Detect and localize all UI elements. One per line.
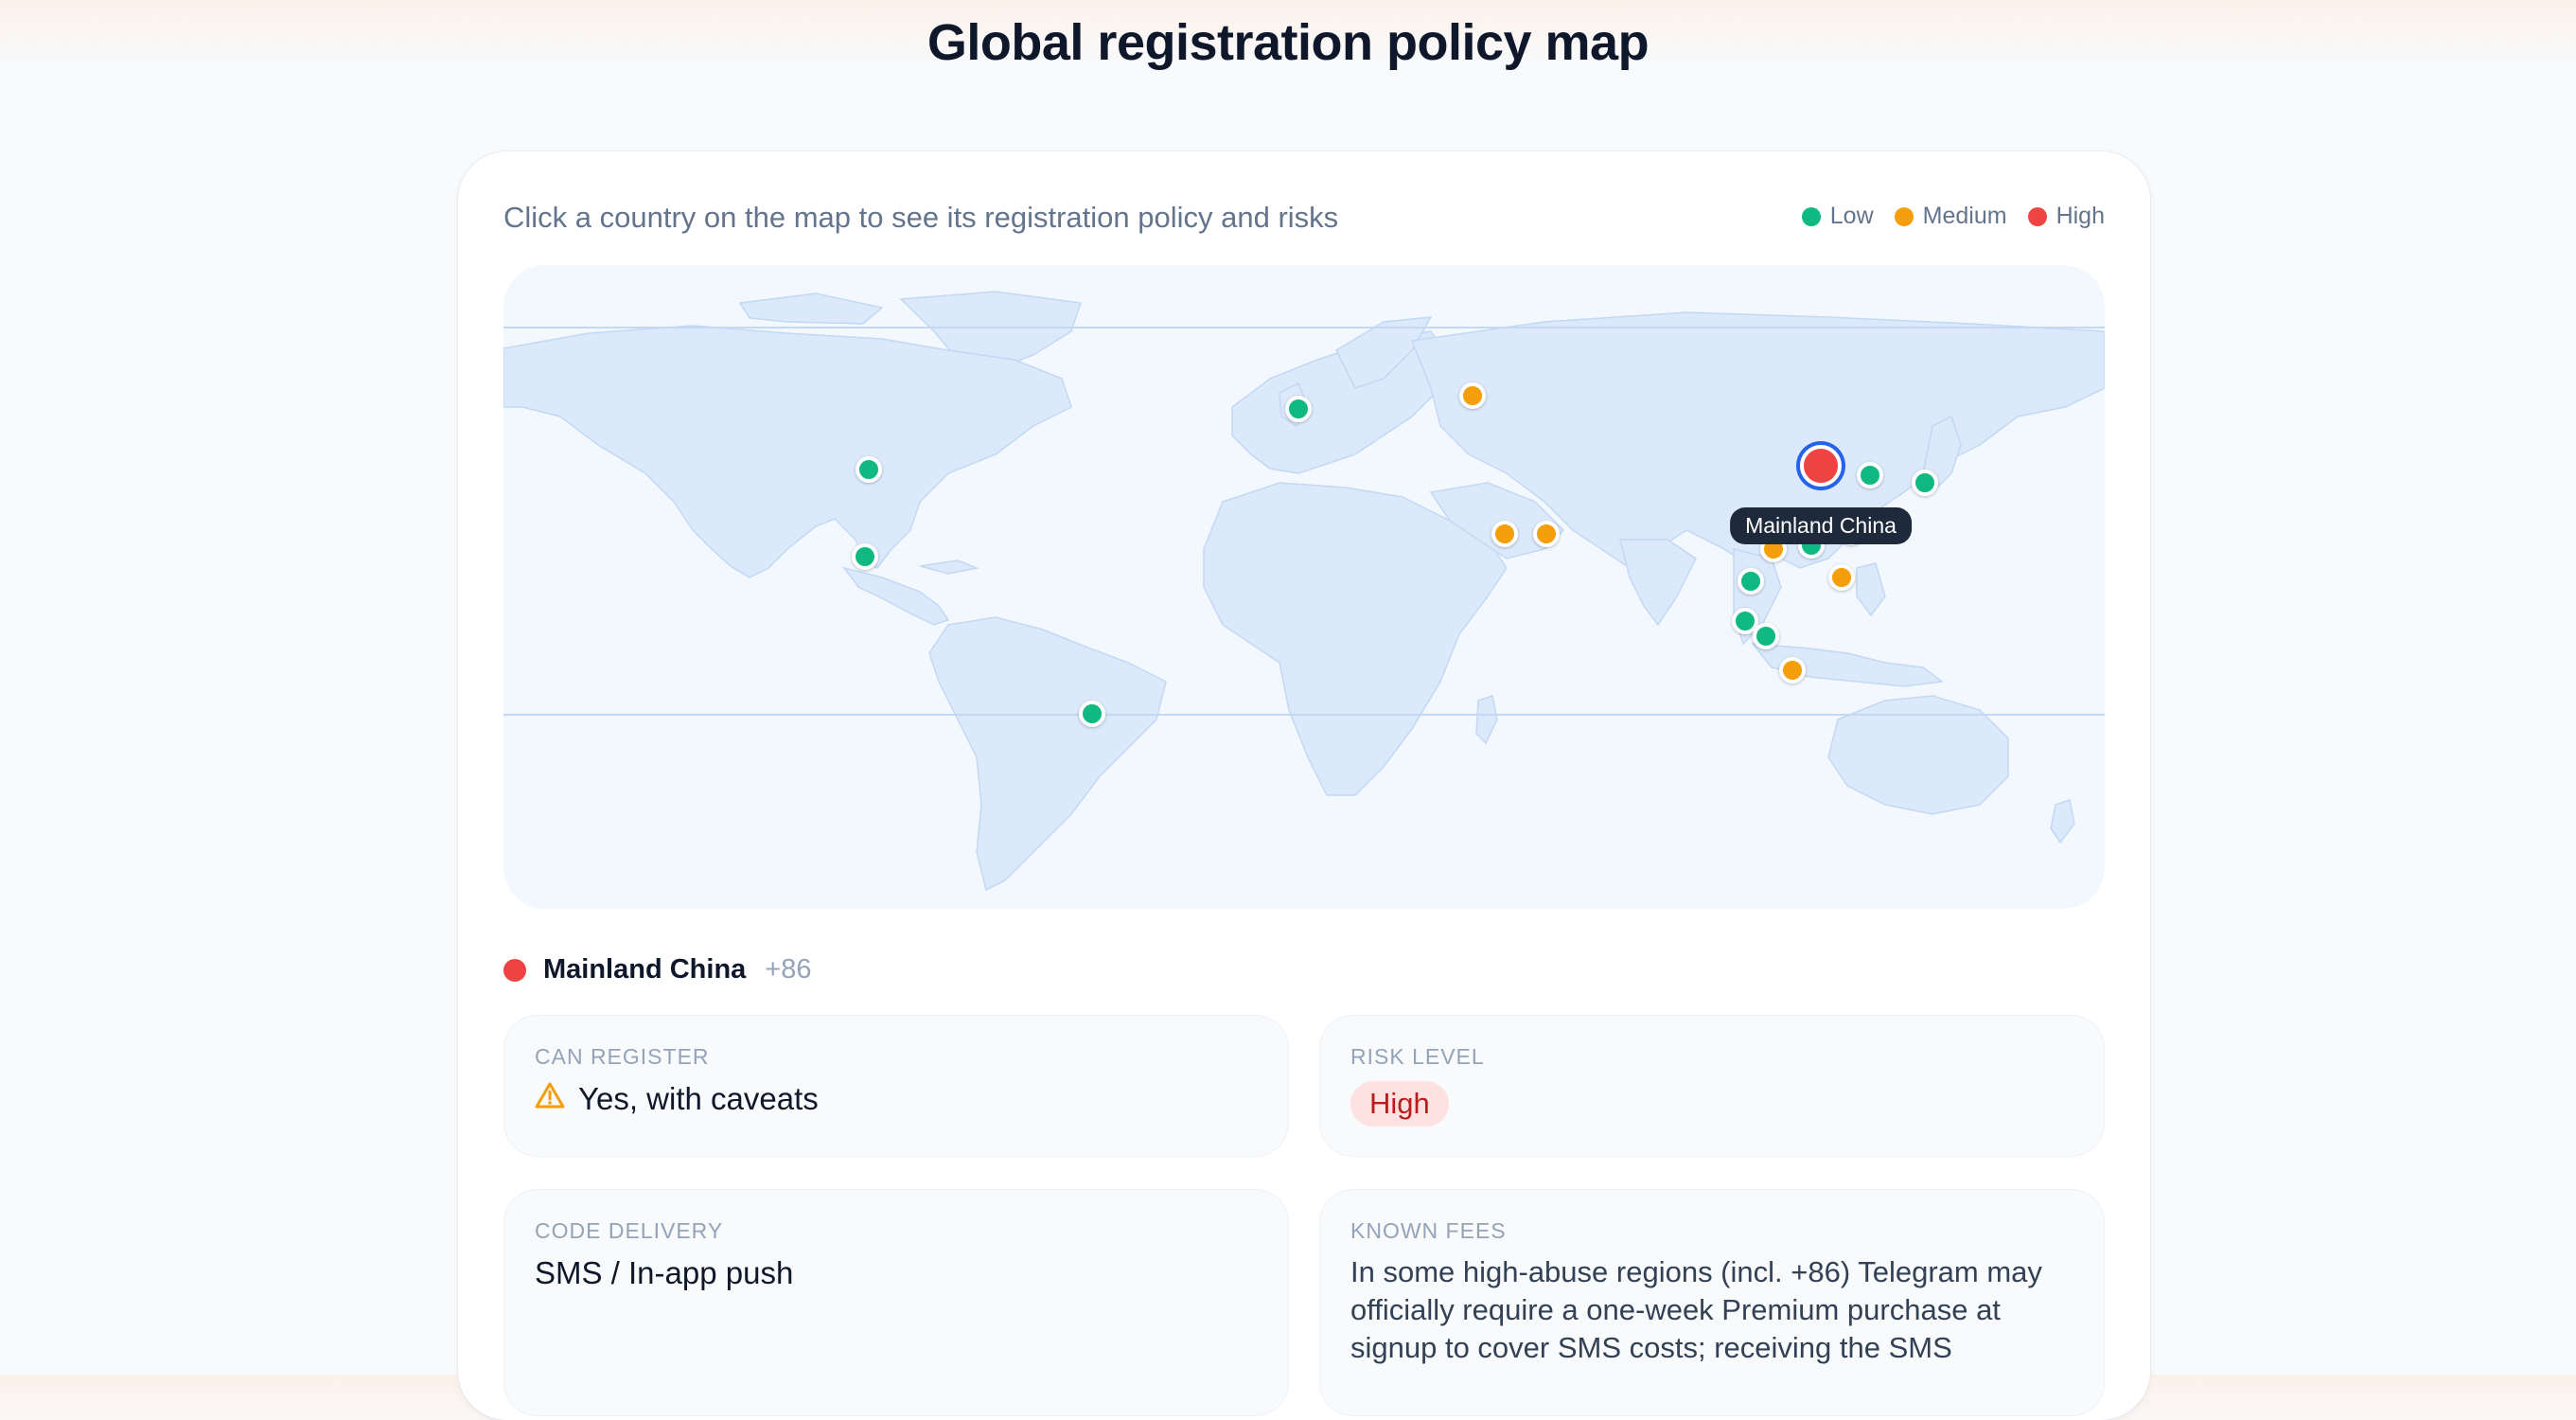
can-register-value: Yes, with caveats [578,1081,819,1116]
code-delivery-value: SMS / In-app push [535,1255,794,1290]
selected-country-code: +86 [765,954,812,985]
selected-country-name: Mainland China [543,954,747,985]
pin-thailand[interactable] [1738,568,1764,595]
can-register-value-row: Yes, with caveats [535,1081,1258,1117]
legend-item-medium: Medium [1894,203,2007,230]
pin-mainland-china[interactable] [1800,445,1842,487]
philippines-shape [1856,562,1886,617]
legend-item-low: Low [1801,203,1874,230]
pin-indonesia[interactable] [1779,657,1806,683]
madagascar-shape [1475,695,1498,745]
risk-dot-icon [503,958,526,982]
code-delivery-label: CODE DELIVERY [535,1218,724,1243]
known-fees-card: KNOWN FEES In some high-abuse regions (i… [1319,1189,2105,1416]
risk-level-label: RISK LEVEL [1350,1044,1485,1069]
high-dot-icon [2027,206,2047,226]
pin-mexico[interactable] [852,543,878,570]
africa-shape [1203,482,1508,796]
risk-legend: Low Medium High [1801,203,2105,230]
legend-label-high: High [2056,203,2105,229]
pin-japan[interactable] [1912,470,1938,496]
selected-country-row: Mainland China +86 [503,954,812,985]
central-america-shape [842,566,950,626]
warning-icon [535,1081,565,1117]
legend-label-medium: Medium [1922,203,2007,229]
medium-dot-icon [1894,206,1914,226]
india-shape [1619,539,1697,627]
pin-saudi-arabia[interactable] [1491,521,1518,547]
code-delivery-card: CODE DELIVERY SMS / In-app push [503,1189,1289,1416]
known-fees-label: KNOWN FEES [1350,1218,1507,1243]
pin-south-korea[interactable] [1857,462,1883,488]
can-register-card: CAN REGISTER Yes, with caveats [503,1015,1289,1157]
australia-shape [1827,695,2009,815]
risk-level-badge: High [1350,1081,1449,1127]
arctic-islands-shape [738,293,884,325]
low-dot-icon [1801,206,1821,226]
legend-label-low: Low [1829,203,1874,229]
pin-usa[interactable] [856,456,882,483]
risk-level-card: RISK LEVEL High [1319,1015,2105,1157]
known-fees-text: In some high-abuse regions (incl. +86) T… [1350,1255,2042,1364]
map-hint: Click a country on the map to see its re… [503,201,1339,234]
pin-uk[interactable] [1285,396,1312,422]
south-america-shape [928,616,1167,892]
pin-brazil[interactable] [1079,701,1105,727]
pin-uae[interactable] [1533,521,1560,547]
pin-philippines[interactable] [1828,564,1855,591]
map-tooltip: Mainland China [1730,507,1912,544]
page-title: Global registration policy map [926,14,1650,71]
world-map[interactable]: Mainland China [503,265,2105,909]
pin-singapore[interactable] [1753,623,1779,649]
north-america-shape [503,325,1072,578]
world-map-graphic [503,291,2105,892]
caribbean-shape [919,559,979,575]
new-zealand-shape [2050,799,2075,844]
can-register-label: CAN REGISTER [535,1044,710,1069]
legend-item-high: High [2027,203,2105,230]
policy-card: Click a country on the map to see its re… [458,151,2150,1420]
pin-russia[interactable] [1459,382,1486,409]
